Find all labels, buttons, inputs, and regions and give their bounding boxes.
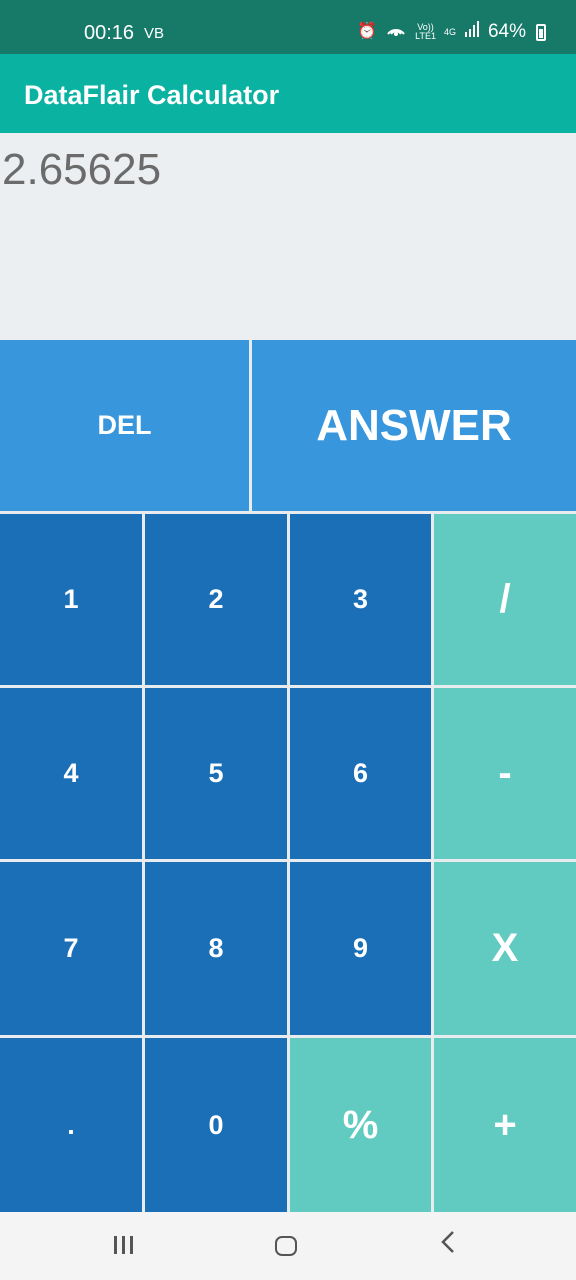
key-0[interactable]: 0 — [145, 1038, 287, 1212]
answer-button[interactable]: ANSWER — [252, 340, 576, 511]
key-3[interactable]: 3 — [290, 514, 431, 685]
del-button[interactable]: DEL — [0, 340, 249, 511]
percent-button[interactable]: % — [290, 1038, 431, 1212]
navigation-bar — [0, 1212, 576, 1280]
recents-icon[interactable] — [114, 1236, 133, 1254]
battery-icon — [536, 23, 546, 41]
status-carrier: VB — [144, 25, 165, 42]
decimal-button[interactable]: . — [0, 1038, 142, 1212]
key-5[interactable]: 5 — [145, 688, 287, 859]
divide-button[interactable]: / — [434, 514, 576, 685]
result-display: 2.65625 — [0, 133, 576, 340]
alarm-icon: ⏰ — [357, 23, 378, 40]
network-type: 4G — [443, 26, 456, 37]
key-6[interactable]: 6 — [290, 688, 431, 859]
plus-button[interactable]: + — [434, 1038, 576, 1212]
status-time: 00:16 — [84, 22, 135, 44]
status-bar: 00:16 VB ⏰ Vo)) LTE1 4G 64% — [0, 0, 576, 54]
home-icon[interactable] — [275, 1236, 297, 1256]
minus-button[interactable]: - — [434, 688, 576, 859]
key-8[interactable]: 8 — [145, 862, 287, 1035]
battery-percent: 64% — [487, 21, 526, 42]
volte-indicator: Vo)) LTE1 — [415, 23, 436, 41]
signal-icon — [464, 21, 480, 43]
key-9[interactable]: 9 — [290, 862, 431, 1035]
display-value: 2.65625 — [2, 145, 162, 194]
key-2[interactable]: 2 — [145, 514, 287, 685]
hotspot-icon — [385, 20, 407, 44]
app-bar: DataFlair Calculator — [0, 54, 576, 133]
key-4[interactable]: 4 — [0, 688, 142, 859]
key-1[interactable]: 1 — [0, 514, 142, 685]
key-7[interactable]: 7 — [0, 862, 142, 1035]
multiply-button[interactable]: X — [434, 862, 576, 1035]
app-title: DataFlair Calculator — [24, 80, 280, 110]
back-icon[interactable] — [440, 1230, 456, 1259]
lte-label: LTE1 — [415, 31, 436, 41]
keypad: DEL ANSWER 1 2 3 / 4 5 6 - 7 8 9 X . 0 %… — [0, 340, 576, 1212]
